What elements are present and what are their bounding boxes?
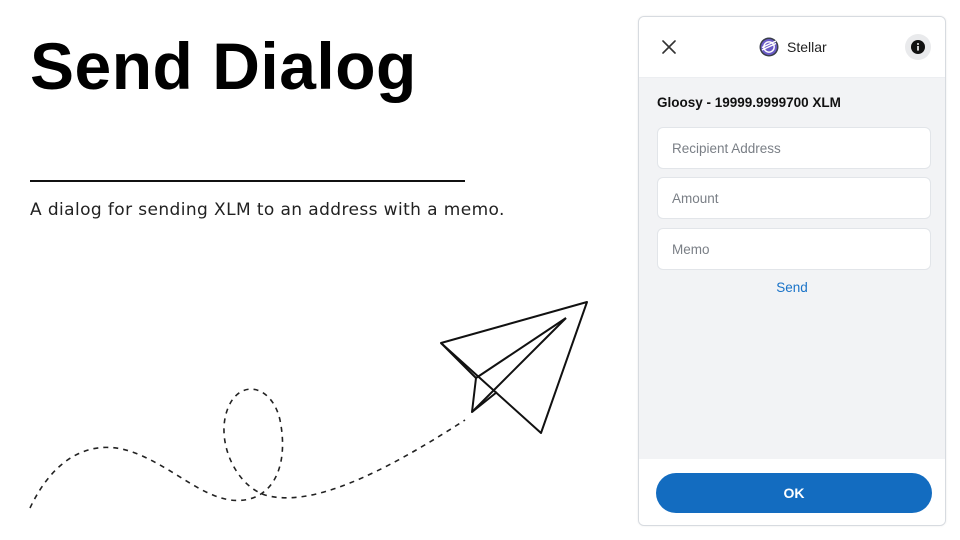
slide-title: Send Dialog bbox=[30, 29, 417, 103]
brand: Stellar bbox=[759, 37, 827, 57]
memo-input[interactable] bbox=[657, 228, 931, 270]
title-divider bbox=[30, 180, 465, 182]
send-button[interactable]: Send bbox=[639, 280, 945, 295]
dialog-footer: OK bbox=[639, 459, 945, 525]
close-button[interactable] bbox=[659, 37, 679, 57]
stellar-logo-icon bbox=[759, 37, 779, 57]
info-button[interactable] bbox=[905, 34, 931, 60]
paper-plane-illustration bbox=[29, 301, 588, 509]
paper-plane-icon bbox=[440, 301, 588, 434]
ok-button[interactable]: OK bbox=[656, 473, 932, 513]
dashed-flight-path bbox=[29, 388, 466, 509]
account-balance: Gloosy - 19999.9999700 XLM bbox=[657, 95, 841, 110]
info-icon bbox=[911, 40, 925, 54]
amount-input[interactable] bbox=[657, 177, 931, 219]
recipient-address-input[interactable] bbox=[657, 127, 931, 169]
send-dialog: Stellar Gloosy - 19999.9999700 XLM Send … bbox=[638, 16, 946, 526]
close-icon bbox=[662, 40, 676, 54]
slide-description: A dialog for sending XLM to an address w… bbox=[30, 200, 505, 220]
dialog-header: Stellar bbox=[639, 17, 945, 78]
brand-name: Stellar bbox=[787, 39, 827, 55]
